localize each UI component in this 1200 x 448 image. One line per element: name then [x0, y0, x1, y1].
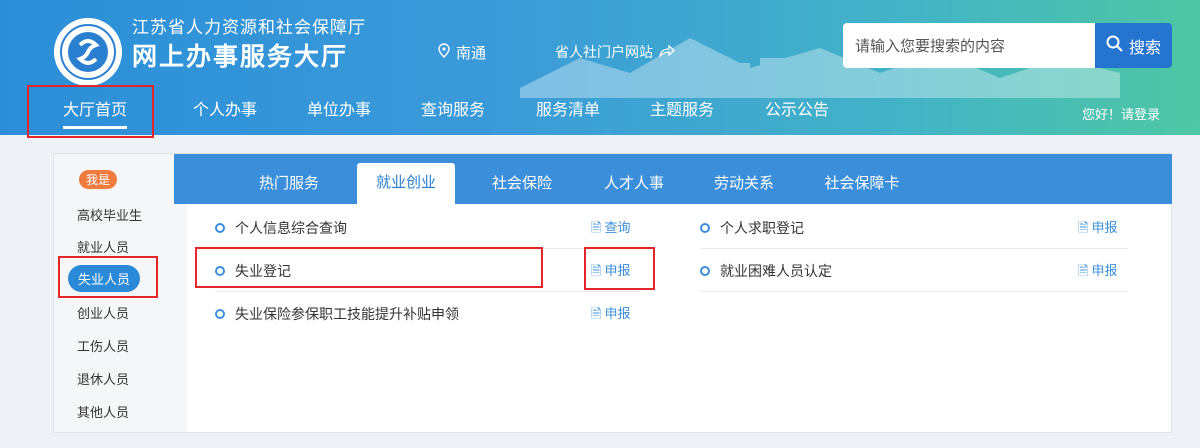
- share-icon: [659, 44, 675, 61]
- service-row: 失业保险参保职工技能提升补贴申领 🗎 申报: [215, 295, 640, 335]
- tab-employment[interactable]: 就业创业: [356, 163, 456, 204]
- sidebar-item-label: 就业人员: [77, 241, 130, 256]
- sidebar-item-injured[interactable]: 工伤人员: [54, 336, 187, 355]
- nav-item-personal[interactable]: 个人办事: [193, 88, 257, 135]
- service-action-button[interactable]: 🗎 申报: [1078, 209, 1117, 249]
- tab-talent[interactable]: 人才人事: [604, 154, 664, 204]
- bullet-icon: [700, 266, 710, 276]
- search-button-label: 搜索: [1128, 37, 1161, 57]
- service-name: 失业登记: [235, 264, 291, 280]
- category-tabs: 热门服务 就业创业 社会保险 人才人事 劳动关系 社会保障卡: [174, 154, 1172, 204]
- content-panel: 我是 高校毕业生 就业人员 失业人员 创业人员 工伤人员 退休人员 其他人员 热…: [53, 153, 1172, 433]
- service-link[interactable]: 个人信息综合查询: [215, 209, 347, 249]
- sidebar-item-label: 高校毕业生: [77, 209, 143, 224]
- login-link[interactable]: 您好！请登录: [1082, 104, 1160, 123]
- nav-item-announcements[interactable]: 公示公告: [765, 88, 829, 135]
- nav-item-themes[interactable]: 主题服务: [650, 88, 714, 135]
- site-name: 网上办事服务大厅: [132, 42, 349, 71]
- service-row: 失业登记 🗎 申报: [215, 252, 640, 292]
- bullet-icon: [215, 266, 225, 276]
- nav-item-query[interactable]: 查询服务: [421, 88, 485, 135]
- sidebar-item-label: 工伤人员: [77, 340, 130, 355]
- bullet-icon: [215, 223, 225, 233]
- service-link[interactable]: 失业保险参保职工技能提升补贴申领: [215, 295, 459, 335]
- tab-social-insurance[interactable]: 社会保险: [492, 154, 552, 204]
- document-icon: 🗎: [591, 221, 602, 236]
- service-row: 就业困难人员认定 🗎 申报: [700, 252, 1128, 292]
- service-action-button[interactable]: 🗎 申报: [591, 252, 630, 292]
- service-action-label: 申报: [604, 307, 631, 322]
- audience-sidebar: 我是 高校毕业生 就业人员 失业人员 创业人员 工伤人员 退休人员 其他人员: [54, 154, 187, 432]
- main-nav: 大厅首页 个人办事 单位办事 查询服务 服务清单 主题服务 公示公告: [0, 88, 1200, 135]
- tab-social-security-card[interactable]: 社会保障卡: [824, 154, 899, 204]
- service-name: 个人信息综合查询: [235, 221, 347, 237]
- service-row: 个人求职登记 🗎 申报: [700, 209, 1128, 249]
- bullet-icon: [700, 223, 710, 233]
- location-label: 南通: [456, 44, 487, 62]
- service-action-button[interactable]: 🗎 申报: [591, 295, 630, 335]
- sidebar-item-employed[interactable]: 就业人员: [54, 237, 187, 256]
- document-icon: 🗎: [591, 264, 602, 279]
- tab-popular[interactable]: 热门服务: [259, 154, 319, 204]
- service-action-button[interactable]: 🗎 申报: [1078, 252, 1117, 292]
- location-pin-icon: [438, 43, 450, 62]
- service-action-label: 申报: [1091, 264, 1118, 279]
- service-action-button[interactable]: 🗎 查询: [591, 209, 630, 249]
- document-icon: 🗎: [591, 307, 602, 322]
- sidebar-item-label: 退休人员: [77, 373, 130, 388]
- nav-item-company[interactable]: 单位办事: [307, 88, 371, 135]
- tab-labor-relations[interactable]: 劳动关系: [714, 154, 774, 204]
- sidebar-item-label: 失业人员: [68, 265, 141, 292]
- service-name: 个人求职登记: [720, 221, 804, 237]
- portal-link-label: 省人社门户网站: [555, 45, 653, 61]
- sidebar-item-unemployed[interactable]: 失业人员: [54, 265, 187, 292]
- service-name: 失业保险参保职工技能提升补贴申领: [235, 307, 459, 323]
- site-logo[interactable]: [54, 18, 122, 86]
- service-action-label: 申报: [1091, 221, 1118, 236]
- service-row: 个人信息综合查询 🗎 查询: [215, 209, 640, 249]
- service-name: 就业困难人员认定: [720, 264, 832, 280]
- sidebar-badge: 我是: [79, 170, 118, 189]
- sidebar-item-others[interactable]: 其他人员: [54, 402, 187, 421]
- search-input[interactable]: [843, 23, 1095, 68]
- site-header: 江苏省人力资源和社会保障厅 网上办事服务大厅 南通 省人社门户网站 搜索 大厅首…: [0, 0, 1200, 135]
- org-name: 江苏省人力资源和社会保障厅: [132, 18, 366, 38]
- sidebar-item-label: 创业人员: [77, 307, 130, 322]
- service-action-label: 查询: [604, 221, 631, 236]
- sidebar-item-graduates[interactable]: 高校毕业生: [54, 205, 187, 224]
- site-titles: 江苏省人力资源和社会保障厅 网上办事服务大厅: [132, 18, 366, 74]
- document-icon: 🗎: [1078, 221, 1089, 236]
- service-action-label: 申报: [604, 264, 631, 279]
- search-bar: 搜索: [843, 23, 1172, 68]
- nav-item-service-list[interactable]: 服务清单: [536, 88, 600, 135]
- bullet-icon: [215, 309, 225, 319]
- sidebar-item-label: 其他人员: [77, 406, 130, 421]
- portal-link[interactable]: 省人社门户网站: [555, 42, 675, 62]
- nav-item-home[interactable]: 大厅首页: [62, 88, 128, 135]
- search-button[interactable]: 搜索: [1095, 23, 1172, 68]
- service-link[interactable]: 个人求职登记: [700, 209, 804, 249]
- sidebar-item-entrepreneurs[interactable]: 创业人员: [54, 303, 187, 322]
- location-selector[interactable]: 南通: [438, 42, 486, 63]
- sidebar-item-retired[interactable]: 退休人员: [54, 369, 187, 388]
- service-link[interactable]: 失业登记: [215, 252, 291, 292]
- search-icon: [1106, 35, 1123, 56]
- document-icon: 🗎: [1078, 264, 1089, 279]
- service-link[interactable]: 就业困难人员认定: [700, 252, 832, 292]
